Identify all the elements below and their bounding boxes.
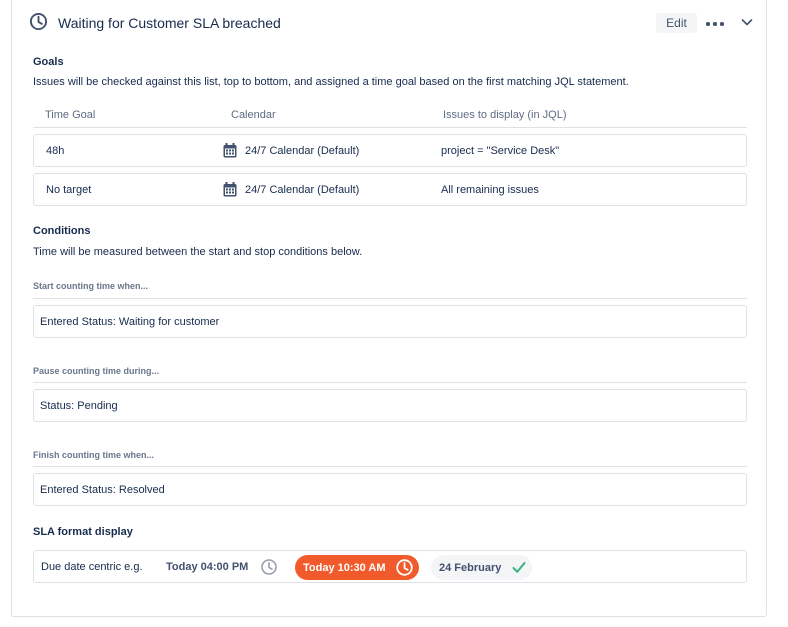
sla-format-heading: SLA format display xyxy=(33,526,133,538)
calendar-icon xyxy=(223,182,237,197)
pause-condition: Status: Pending xyxy=(33,389,747,422)
table-header-divider xyxy=(33,127,747,128)
divider xyxy=(33,382,747,383)
finish-condition-label: Finish counting time when... xyxy=(33,450,154,460)
sla-format-preview: Due date centric e.g. Today 04:00 PM Tod… xyxy=(33,550,747,583)
start-condition-value: Entered Status: Waiting for customer xyxy=(40,316,220,328)
more-options-button[interactable] xyxy=(704,14,726,32)
chevron-down-icon[interactable] xyxy=(739,14,755,30)
sla-card: Waiting for Customer SLA breached Edit G… xyxy=(11,0,767,617)
start-condition: Entered Status: Waiting for customer xyxy=(33,305,747,338)
check-icon xyxy=(512,562,526,573)
divider xyxy=(33,466,747,467)
pause-condition-value: Status: Pending xyxy=(40,400,118,412)
clock-icon xyxy=(261,559,277,575)
edit-button[interactable]: Edit xyxy=(656,13,697,33)
column-time-goal: Time Goal xyxy=(45,109,96,121)
divider xyxy=(33,298,747,299)
calendar-value: 24/7 Calendar (Default) xyxy=(245,184,360,196)
calendar-icon xyxy=(223,143,237,158)
goal-row[interactable]: No target 24/7 Calendar (Default) All re… xyxy=(33,173,747,206)
format-example-breached: Today 10:30 AM xyxy=(303,562,386,574)
sla-title: Waiting for Customer SLA breached xyxy=(58,15,281,31)
jql-value: project = "Service Desk" xyxy=(441,145,560,157)
pause-condition-label: Pause counting time during... xyxy=(33,366,160,376)
goal-row[interactable]: 48h 24/7 Calendar (Default) project = "S… xyxy=(33,134,747,167)
goals-heading: Goals xyxy=(33,56,64,68)
more-dot-icon xyxy=(706,22,710,26)
finish-condition-value: Entered Status: Resolved xyxy=(40,484,165,496)
format-example-met-badge: 24 February xyxy=(431,555,532,580)
conditions-description: Time will be measured between the start … xyxy=(33,246,363,258)
format-example-normal: Today 04:00 PM xyxy=(166,561,249,573)
conditions-heading: Conditions xyxy=(33,225,91,237)
time-goal-value: 48h xyxy=(46,145,65,157)
jql-value: All remaining issues xyxy=(441,184,539,196)
start-condition-label: Start counting time when... xyxy=(33,281,149,291)
more-dot-icon xyxy=(713,22,717,26)
column-jql: Issues to display (in JQL) xyxy=(443,109,567,121)
format-example-met: 24 February xyxy=(439,562,502,574)
clock-icon xyxy=(396,559,413,576)
column-calendar: Calendar xyxy=(231,109,276,121)
time-goal-value: No target xyxy=(46,184,92,196)
sla-header: Waiting for Customer SLA breached Edit xyxy=(12,0,766,44)
finish-condition: Entered Status: Resolved xyxy=(33,473,747,506)
format-label: Due date centric e.g. xyxy=(41,561,143,573)
more-dot-icon xyxy=(720,22,724,26)
calendar-value: 24/7 Calendar (Default) xyxy=(245,145,360,157)
goals-description: Issues will be checked against this list… xyxy=(33,76,629,88)
format-example-breached-badge: Today 10:30 AM xyxy=(295,555,419,580)
clock-icon xyxy=(29,12,48,31)
